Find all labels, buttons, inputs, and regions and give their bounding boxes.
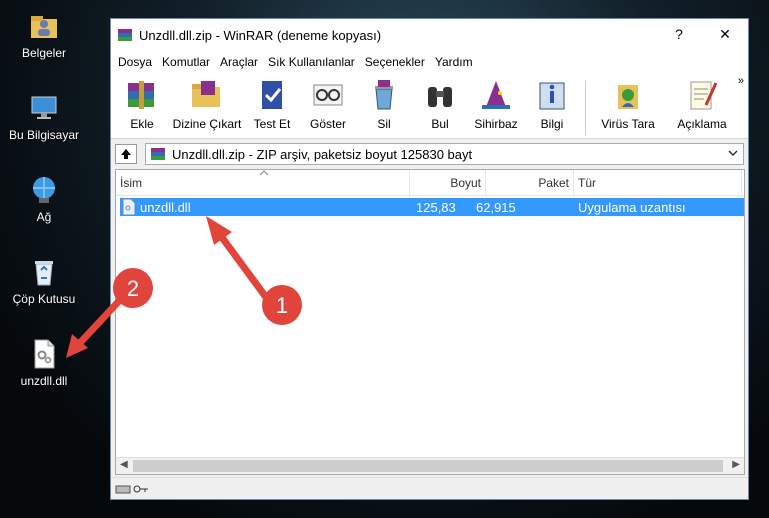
toolbar: Ekle Dizine Çıkart Test Et Göster Sil Bu… (111, 73, 748, 139)
window-title: Unzdll.dll.zip - WinRAR (deneme kopyası) (139, 27, 382, 43)
test-label: Test Et (253, 117, 291, 131)
dll-file-icon (122, 199, 136, 215)
row-name: unzdll.dll (140, 199, 191, 215)
address-bar: Unzdll.dll.zip - ZIP arşiv, paketsiz boy… (111, 141, 748, 167)
column-size[interactable]: Boyut (410, 170, 486, 195)
desktop-icon-ag[interactable]: Ağ (4, 174, 84, 224)
info-label: Bilgi (540, 117, 564, 131)
menu-yardim[interactable]: Yardım (430, 55, 478, 69)
desktop-icon-cop-kutusu[interactable]: Çöp Kutusu (4, 256, 84, 306)
column-packed[interactable]: Paket (486, 170, 574, 195)
add-label: Ekle (130, 117, 154, 131)
desktop-icon-label: Çöp Kutusu (12, 292, 76, 306)
menu-komutlar[interactable]: Komutlar (157, 55, 215, 69)
delete-label: Sil (377, 117, 391, 131)
extract-label: Dizine Çıkart (172, 117, 242, 131)
file-list: İsim Boyut Paket Tür unzdll.dll 125,83 6… (115, 169, 745, 475)
test-button[interactable]: Test Et (245, 77, 299, 131)
virus-scan-label: Virüs Tara (601, 117, 655, 131)
delete-bin-icon (375, 80, 393, 110)
comment-button[interactable]: Açıklama (666, 77, 738, 131)
menu-araclar[interactable]: Araçlar (215, 55, 263, 69)
desktop-icon-bu-bilgisayar[interactable]: Bu Bilgisayar (4, 92, 84, 142)
folder-user-icon (31, 16, 57, 38)
view-label: Göster (309, 117, 346, 131)
row-type: Uygulama uzantısı (578, 199, 686, 215)
list-header: İsim Boyut Paket Tür (116, 170, 744, 196)
key-icon (133, 485, 148, 492)
comment-notepad-icon (690, 81, 718, 110)
row-packed: 62,915 (476, 199, 516, 215)
wizard-hat-icon (482, 81, 510, 109)
chevron-down-icon (728, 150, 738, 157)
menu-sik-kullanilanlar[interactable]: Sık Kullanılanlar (263, 55, 360, 69)
scroll-left-icon[interactable]: ◀ (120, 459, 128, 470)
scroll-thumb[interactable] (133, 460, 723, 472)
winrar-window: Unzdll.dll.zip - WinRAR (deneme kopyası)… (110, 18, 749, 500)
add-archive-icon (128, 81, 154, 109)
view-glasses-icon (313, 84, 343, 106)
extract-folder-icon (192, 81, 220, 107)
find-button[interactable]: Bul (413, 77, 467, 131)
computer-icon (31, 96, 57, 119)
find-binoculars-icon (428, 87, 452, 107)
winrar-archive-icon (151, 148, 165, 160)
close-button[interactable]: ✕ (702, 19, 748, 49)
desktop-icon-label: Ağ (36, 210, 52, 224)
desktop-icon-label: Bu Bilgisayar (8, 128, 80, 142)
add-button[interactable]: Ekle (115, 77, 169, 131)
toolbar-more-chevron-icon[interactable]: » (738, 75, 744, 87)
winrar-icon (118, 29, 132, 41)
test-book-icon (262, 81, 282, 109)
title-bar[interactable]: Unzdll.dll.zip - WinRAR (deneme kopyası)… (111, 19, 748, 51)
column-type[interactable]: Tür (574, 170, 742, 195)
menu-dosya[interactable]: Dosya (113, 55, 157, 69)
desktop-icon-unzdll[interactable]: unzdll.dll (4, 338, 84, 388)
find-label: Bul (431, 117, 449, 131)
virus-scan-button[interactable]: Virüs Tara (592, 77, 664, 131)
info-book-icon (539, 82, 565, 110)
menu-bar: Dosya Komutlar Araçlar Sık Kullanılanlar… (111, 51, 748, 73)
desktop-icon-label: Belgeler (21, 46, 67, 60)
delete-button[interactable]: Sil (357, 77, 411, 131)
virus-scan-icon (618, 85, 638, 109)
up-arrow-icon (121, 149, 131, 159)
desktop-icon-label: unzdll.dll (20, 374, 68, 388)
wizard-button[interactable]: Sihirbaz (469, 77, 523, 131)
help-button[interactable]: ? (656, 19, 702, 49)
wizard-label: Sihirbaz (474, 117, 518, 131)
info-button[interactable]: Bilgi (525, 77, 579, 131)
toolbar-separator (585, 81, 586, 135)
menu-secenekler[interactable]: Seçenekler (360, 55, 430, 69)
drive-icon (115, 485, 131, 493)
desktop-icon-belgeler[interactable]: Belgeler (4, 10, 84, 60)
scroll-right-icon[interactable]: ▶ (732, 459, 740, 470)
up-folder-button[interactable] (115, 144, 137, 164)
table-row[interactable]: unzdll.dll 125,83 62,915 Uygulama uzantı… (120, 198, 744, 216)
status-bar (111, 477, 748, 499)
extract-button[interactable]: Dizine Çıkart (171, 77, 243, 131)
horizontal-scrollbar[interactable]: ◀ ▶ (116, 457, 744, 474)
view-button[interactable]: Göster (301, 77, 355, 131)
network-icon (33, 177, 55, 203)
archive-path-text: Unzdll.dll.zip - ZIP arşiv, paketsiz boy… (172, 146, 473, 162)
comment-label: Açıklama (677, 117, 727, 131)
sort-caret-icon (259, 170, 269, 176)
archive-path-dropdown[interactable]: Unzdll.dll.zip - ZIP arşiv, paketsiz boy… (145, 143, 744, 165)
row-size: 125,83 (416, 199, 456, 215)
recycle-bin-icon (35, 261, 53, 286)
dll-file-icon (34, 339, 55, 369)
